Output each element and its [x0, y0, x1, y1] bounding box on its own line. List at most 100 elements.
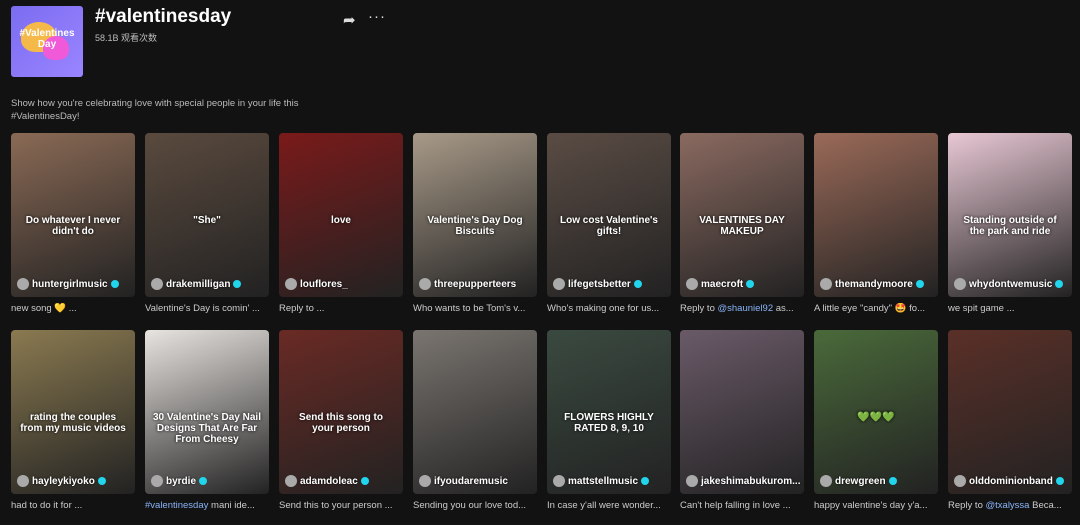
- video-author[interactable]: jakeshimabukurom...: [686, 475, 800, 487]
- video-caption: happy valentine's day y'a...: [814, 500, 938, 511]
- video-caption: Who wants to be Tom's v...: [413, 303, 537, 314]
- mention-link[interactable]: @shauniel92: [718, 303, 774, 314]
- video-overlay-text: 30 Valentine's Day Nail Designs That Are…: [153, 412, 261, 445]
- verified-badge-icon: [233, 280, 242, 288]
- video-author[interactable]: drewgreen: [820, 475, 897, 487]
- video-thumbnail[interactable]: jakeshimabukurom...: [680, 330, 804, 494]
- video-card[interactable]: themandymoore A little eye "candy" 🤩 fo.…: [814, 133, 938, 314]
- video-thumbnail[interactable]: Do whatever I never didn't do huntergirl…: [11, 133, 135, 297]
- video-author[interactable]: threepupperteers: [419, 278, 516, 290]
- video-thumbnail[interactable]: Valentine's Day Dog Biscuits threepupper…: [413, 133, 537, 297]
- video-caption: Reply to ...: [279, 303, 403, 314]
- video-thumbnail[interactable]: Standing outside of the park and ride wh…: [948, 133, 1072, 297]
- video-card[interactable]: rating the couples from my music videos …: [11, 330, 135, 511]
- video-thumbnail[interactable]: VALENTINES DAY MAKEUP maecroft: [680, 133, 804, 297]
- verified-badge-icon: [360, 477, 369, 485]
- avatar: [954, 475, 966, 487]
- video-card[interactable]: "She" drakemilligan Valentine's Day is c…: [145, 133, 269, 314]
- video-thumbnail[interactable]: Low cost Valentine's gifts! lifegetsbett…: [547, 133, 671, 297]
- video-thumbnail[interactable]: 30 Valentine's Day Nail Designs That Are…: [145, 330, 269, 494]
- video-card[interactable]: Low cost Valentine's gifts! lifegetsbett…: [547, 133, 671, 314]
- avatar: [954, 278, 966, 290]
- video-caption: Valentine's Day is comin' ...: [145, 303, 269, 314]
- video-card[interactable]: Do whatever I never didn't do huntergirl…: [11, 133, 135, 314]
- verified-badge-icon: [915, 280, 924, 288]
- avatar: [285, 278, 297, 290]
- avatar: [151, 475, 163, 487]
- caption-text: Who wants to be Tom's v...: [413, 303, 526, 314]
- video-card[interactable]: 💚💚💚 drewgreen happy valentine's day y'a.…: [814, 330, 938, 511]
- username: byrdie: [166, 475, 197, 487]
- video-author[interactable]: adamdoleac: [285, 475, 369, 487]
- avatar: [686, 278, 698, 290]
- video-thumbnail[interactable]: FLOWERS HIGHLY RATED 8, 9, 10 mattstellm…: [547, 330, 671, 494]
- caption-text: Reply to: [948, 500, 986, 511]
- video-thumbnail[interactable]: rating the couples from my music videos …: [11, 330, 135, 494]
- video-overlay-text: 💚💚💚: [857, 412, 895, 423]
- video-overlay-text: Send this song to your person: [299, 412, 383, 434]
- verified-badge-icon: [746, 280, 755, 288]
- video-author[interactable]: ifyoudaremusic: [419, 475, 508, 487]
- video-author[interactable]: drakemilligan: [151, 278, 242, 290]
- video-overlay-text: rating the couples from my music videos: [20, 412, 126, 434]
- video-caption: Reply to @txalyssa Beca...: [948, 500, 1072, 511]
- video-author[interactable]: byrdie: [151, 475, 208, 487]
- video-card[interactable]: 30 Valentine's Day Nail Designs That Are…: [145, 330, 269, 511]
- mention-link[interactable]: @txalyssa: [986, 500, 1030, 511]
- video-author[interactable]: hayleykiyoko: [17, 475, 106, 487]
- caption-text: Who's making one for us...: [547, 303, 660, 314]
- caption-text: mani ide...: [208, 500, 255, 511]
- verified-badge-icon: [641, 477, 650, 485]
- username: adamdoleac: [300, 475, 358, 487]
- video-author[interactable]: huntergirlmusic: [17, 278, 119, 290]
- video-overlay-text: love: [330, 215, 351, 226]
- video-thumbnail[interactable]: ifyoudaremusic: [413, 330, 537, 494]
- video-author[interactable]: lifegetsbetter: [553, 278, 642, 290]
- username: whydontwemusic: [969, 278, 1053, 290]
- hashtag-link[interactable]: #valentinesday: [145, 500, 208, 511]
- video-thumbnail[interactable]: olddominionband: [948, 330, 1072, 494]
- video-thumbnail[interactable]: Send this song to your person adamdoleac: [279, 330, 403, 494]
- video-card[interactable]: ifyoudaremusic Sending you our love tod.…: [413, 330, 537, 511]
- avatar: [17, 475, 29, 487]
- caption-text: A little eye "candy" 🤩 fo...: [814, 303, 925, 314]
- username: themandymoore: [835, 278, 913, 290]
- view-count: 58.1B 观看次数: [95, 33, 158, 43]
- video-author[interactable]: louflores_: [285, 278, 348, 290]
- video-card[interactable]: olddominionband Reply to @txalyssa Beca.…: [948, 330, 1072, 511]
- video-author[interactable]: maecroft: [686, 278, 755, 290]
- video-caption: Can't help falling in love ...: [680, 500, 804, 511]
- hashtag-title: #valentinesday: [95, 6, 232, 27]
- video-card[interactable]: FLOWERS HIGHLY RATED 8, 9, 10 mattstellm…: [547, 330, 671, 511]
- video-thumbnail[interactable]: themandymoore: [814, 133, 938, 297]
- username: ifyoudaremusic: [434, 475, 508, 487]
- video-caption: Who's making one for us...: [547, 303, 671, 314]
- video-thumbnail[interactable]: love louflores_: [279, 133, 403, 297]
- username: drakemilligan: [166, 278, 231, 290]
- video-card[interactable]: jakeshimabukurom... Can't help falling i…: [680, 330, 804, 511]
- username: mattstellmusic: [568, 475, 639, 487]
- caption-text: Reply to: [680, 303, 718, 314]
- verified-badge-icon: [97, 477, 106, 485]
- avatar: [419, 278, 431, 290]
- more-options-icon[interactable]: ···: [368, 8, 386, 25]
- video-thumbnail[interactable]: "She" drakemilligan: [145, 133, 269, 297]
- video-caption: A little eye "candy" 🤩 fo...: [814, 303, 938, 314]
- caption-text: In case y'all were wonder...: [547, 500, 661, 511]
- avatar: [553, 475, 565, 487]
- video-author[interactable]: whydontwemusic: [954, 278, 1064, 290]
- video-author[interactable]: themandymoore: [820, 278, 924, 290]
- verified-badge-icon: [199, 477, 208, 485]
- video-overlay-text: "She": [193, 215, 221, 226]
- caption-text: new song 💛 ...: [11, 303, 77, 314]
- video-card[interactable]: Standing outside of the park and ride wh…: [948, 133, 1072, 314]
- video-author[interactable]: olddominionband: [954, 475, 1064, 487]
- share-icon[interactable]: ➦: [343, 11, 356, 29]
- avatar: [553, 278, 565, 290]
- video-author[interactable]: mattstellmusic: [553, 475, 650, 487]
- video-card[interactable]: Valentine's Day Dog Biscuits threepupper…: [413, 133, 537, 314]
- video-card[interactable]: VALENTINES DAY MAKEUP maecroft Reply to …: [680, 133, 804, 314]
- video-thumbnail[interactable]: 💚💚💚 drewgreen: [814, 330, 938, 494]
- video-card[interactable]: Send this song to your person adamdoleac…: [279, 330, 403, 511]
- video-card[interactable]: love louflores_ Reply to ...: [279, 133, 403, 314]
